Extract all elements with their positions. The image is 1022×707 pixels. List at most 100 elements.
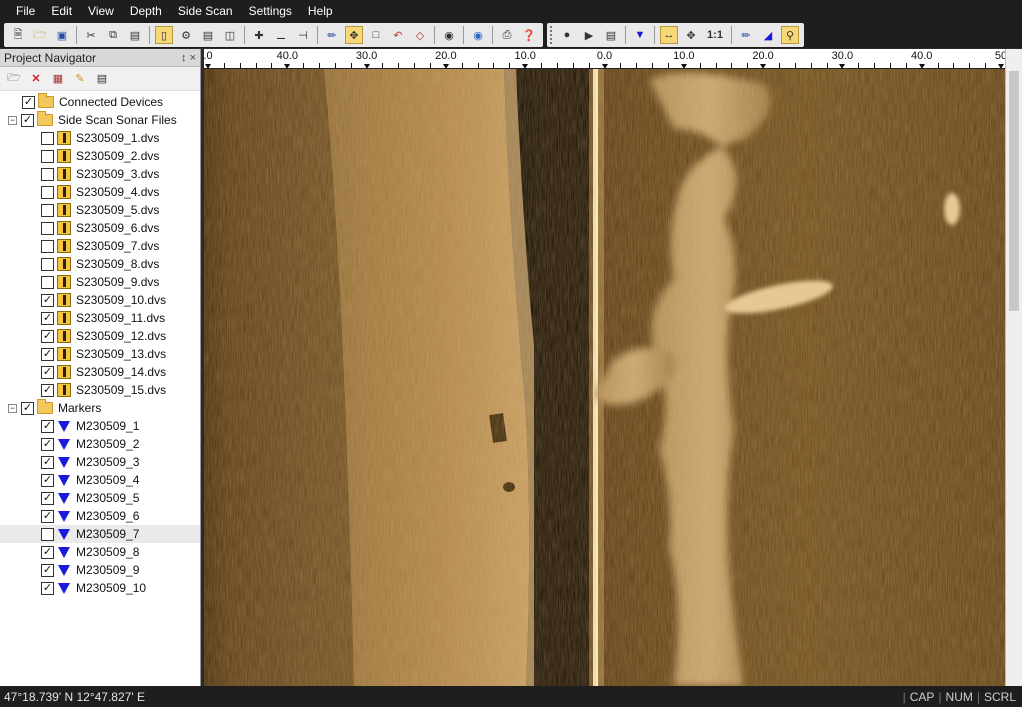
film-icon[interactable]: ▤ bbox=[199, 26, 217, 44]
checkbox[interactable]: ✓ bbox=[41, 545, 54, 559]
checkbox[interactable] bbox=[41, 131, 54, 145]
checkbox[interactable] bbox=[41, 257, 54, 271]
checkbox[interactable]: ✓ bbox=[41, 347, 54, 361]
help-icon[interactable]: ❓ bbox=[520, 26, 538, 44]
marker-icon[interactable]: ▼ bbox=[631, 26, 649, 44]
marker-item[interactable]: ✓ M230509_4 bbox=[0, 471, 200, 489]
cut-icon[interactable]: ✂ bbox=[82, 26, 100, 44]
checkbox[interactable]: ✓ bbox=[41, 455, 54, 469]
save-icon[interactable]: ▣ bbox=[53, 26, 71, 44]
split-view-icon[interactable]: ◫ bbox=[221, 26, 239, 44]
copy-icon[interactable]: ⧉ bbox=[104, 26, 122, 44]
checkbox[interactable] bbox=[41, 275, 54, 289]
checkbox[interactable]: ✓ bbox=[41, 311, 54, 325]
zoom-in-icon[interactable]: ✚ bbox=[250, 26, 268, 44]
tree-node-connected-devices[interactable]: ✓ Connected Devices bbox=[0, 93, 200, 111]
globe-icon[interactable]: ◉ bbox=[469, 26, 487, 44]
menu-side-scan[interactable]: Side Scan bbox=[170, 0, 241, 22]
vertical-scrollbar[interactable] bbox=[1005, 49, 1022, 686]
search-icon[interactable]: ⚲ bbox=[781, 26, 799, 44]
document-icon[interactable]: ▤ bbox=[93, 70, 111, 88]
print-icon[interactable]: ⎙ bbox=[498, 26, 516, 44]
sonar-file-item[interactable]: S230509_9.dvs bbox=[0, 273, 200, 291]
sonar-file-item[interactable]: ✓ S230509_13.dvs bbox=[0, 345, 200, 363]
checkbox[interactable]: ✓ bbox=[41, 509, 54, 523]
checkbox[interactable]: ✓ bbox=[21, 401, 34, 415]
menu-edit[interactable]: Edit bbox=[43, 0, 80, 22]
properties-icon[interactable]: ✎ bbox=[71, 70, 89, 88]
checkbox[interactable]: ✓ bbox=[41, 491, 54, 505]
sonar-file-item[interactable]: S230509_8.dvs bbox=[0, 255, 200, 273]
tree-node-sonar-files[interactable]: − ✓ Side Scan Sonar Files bbox=[0, 111, 200, 129]
ruler-icon[interactable]: ✏ bbox=[323, 26, 341, 44]
sonar-file-item[interactable]: ✓ S230509_15.dvs bbox=[0, 381, 200, 399]
zoom-out-icon[interactable]: ⚊ bbox=[272, 26, 290, 44]
checkbox[interactable]: ✓ bbox=[41, 365, 54, 379]
delete-icon[interactable]: ✕ bbox=[27, 70, 45, 88]
side-scan-sonar-image[interactable] bbox=[204, 69, 1005, 686]
checkbox[interactable]: ✓ bbox=[41, 473, 54, 487]
sonar-file-item[interactable]: S230509_6.dvs bbox=[0, 219, 200, 237]
menu-view[interactable]: View bbox=[80, 0, 122, 22]
menu-depth[interactable]: Depth bbox=[122, 0, 170, 22]
marker-item[interactable]: ✓ M230509_3 bbox=[0, 453, 200, 471]
marker-item[interactable]: ✓ M230509_8 bbox=[0, 543, 200, 561]
play-icon[interactable]: ▶ bbox=[580, 26, 598, 44]
sonar-file-item[interactable]: S230509_5.dvs bbox=[0, 201, 200, 219]
new-file-icon[interactable]: 🗎 bbox=[9, 26, 27, 44]
checkbox[interactable] bbox=[41, 527, 54, 541]
checkbox[interactable] bbox=[41, 221, 54, 235]
pan-icon[interactable]: ✥ bbox=[345, 26, 363, 44]
checkbox[interactable]: ✓ bbox=[21, 113, 34, 127]
grid-icon[interactable]: ▦ bbox=[49, 70, 67, 88]
export-icon[interactable]: ▤ bbox=[602, 26, 620, 44]
sonar-file-item[interactable]: S230509_4.dvs bbox=[0, 183, 200, 201]
checkbox[interactable] bbox=[41, 149, 54, 163]
checkbox[interactable] bbox=[41, 239, 54, 253]
fit-all-icon[interactable]: ✥ bbox=[682, 26, 700, 44]
sonar-file-item[interactable]: ✓ S230509_10.dvs bbox=[0, 291, 200, 309]
distance-icon[interactable]: ✏ bbox=[737, 26, 755, 44]
marker-item[interactable]: M230509_7 bbox=[0, 525, 200, 543]
sonar-file-item[interactable]: S230509_7.dvs bbox=[0, 237, 200, 255]
marker-item[interactable]: ✓ M230509_1 bbox=[0, 417, 200, 435]
checkbox[interactable]: ✓ bbox=[41, 437, 54, 451]
undo-icon[interactable]: ↶ bbox=[389, 26, 407, 44]
scrollbar-thumb[interactable] bbox=[1009, 71, 1019, 311]
collapse-icon[interactable]: − bbox=[8, 403, 17, 413]
checkbox[interactable]: ✓ bbox=[41, 293, 54, 307]
marker-item[interactable]: ✓ M230509_6 bbox=[0, 507, 200, 525]
sidescan-view-icon[interactable]: ▯ bbox=[155, 26, 173, 44]
sonar-file-item[interactable]: S230509_1.dvs bbox=[0, 129, 200, 147]
folder-open-icon[interactable]: 🗁 bbox=[5, 70, 23, 88]
tree-node-markers[interactable]: − ✓ Markers bbox=[0, 399, 200, 417]
measure-icon[interactable]: ⊣ bbox=[294, 26, 312, 44]
record-icon[interactable]: ● bbox=[558, 26, 576, 44]
marker-item[interactable]: ✓ M230509_2 bbox=[0, 435, 200, 453]
sonar-file-item[interactable]: S230509_2.dvs bbox=[0, 147, 200, 165]
checkbox[interactable]: ✓ bbox=[41, 563, 54, 577]
toolbar-grip[interactable] bbox=[550, 26, 553, 44]
checkbox[interactable]: ✓ bbox=[41, 581, 54, 595]
erase-icon[interactable]: ◇ bbox=[411, 26, 429, 44]
select-rect-icon[interactable]: □ bbox=[367, 26, 385, 44]
checkbox[interactable] bbox=[41, 203, 54, 217]
sonar-file-item[interactable]: ✓ S230509_12.dvs bbox=[0, 327, 200, 345]
collapse-icon[interactable]: − bbox=[8, 115, 17, 125]
checkbox[interactable]: ✓ bbox=[41, 419, 54, 433]
menu-file[interactable]: File bbox=[8, 0, 43, 22]
checkbox[interactable] bbox=[41, 167, 54, 181]
marker-item[interactable]: ✓ M230509_10 bbox=[0, 579, 200, 597]
checkbox[interactable]: ✓ bbox=[41, 383, 54, 397]
marker-item[interactable]: ✓ M230509_5 bbox=[0, 489, 200, 507]
menu-help[interactable]: Help bbox=[300, 0, 341, 22]
sonar-file-item[interactable]: ✓ S230509_14.dvs bbox=[0, 363, 200, 381]
depth-chart-icon[interactable]: ◢ bbox=[759, 26, 777, 44]
sonar-file-item[interactable]: S230509_3.dvs bbox=[0, 165, 200, 183]
paste-icon[interactable]: ▤ bbox=[126, 26, 144, 44]
checkbox[interactable]: ✓ bbox=[41, 329, 54, 343]
marker-item[interactable]: ✓ M230509_9 bbox=[0, 561, 200, 579]
checkbox[interactable] bbox=[41, 185, 54, 199]
pin-close-icon[interactable]: ↕ × bbox=[181, 52, 196, 64]
checkbox[interactable]: ✓ bbox=[22, 95, 35, 109]
